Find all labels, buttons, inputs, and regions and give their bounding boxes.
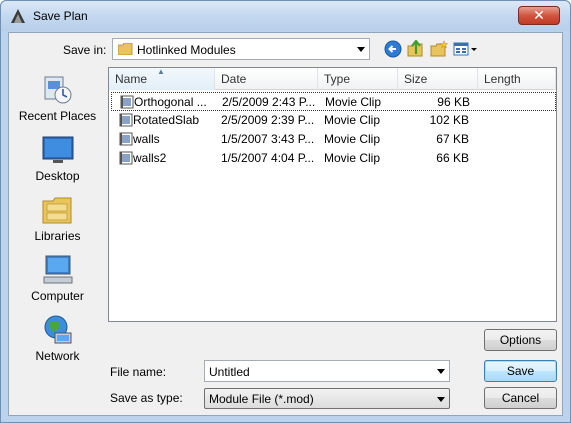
places-label: Libraries: [34, 229, 81, 243]
file-name: walls2: [133, 151, 167, 165]
file-row[interactable]: Orthogonal ... 2/5/2009 2:43 P... Movie …: [111, 92, 556, 111]
file-name: Orthogonal ...: [134, 95, 207, 109]
new-folder-icon[interactable]: [430, 40, 448, 58]
column-header-row: ▲ Name Date Type Size Length: [109, 68, 556, 90]
recent-places-icon: [44, 76, 72, 104]
column-header-size[interactable]: Size: [398, 68, 478, 90]
file-size: 66 KB: [436, 151, 469, 165]
file-size: 96 KB: [437, 95, 470, 109]
file-size: 102 KB: [429, 113, 469, 127]
file-name-label: File name:: [110, 365, 167, 379]
file-name: walls: [133, 132, 160, 146]
column-header-length[interactable]: Length: [478, 68, 556, 90]
places-item-network[interactable]: Network: [9, 311, 106, 371]
save-in-dropdown[interactable]: Hotlinked Modules: [112, 38, 370, 60]
save-button[interactable]: Save: [484, 360, 557, 382]
movie-clip-icon: [119, 113, 133, 127]
file-name-field[interactable]: Untitled: [204, 360, 450, 382]
places-label: Desktop: [35, 169, 80, 183]
places-label: Network: [35, 349, 80, 363]
close-button[interactable]: ✕: [518, 6, 560, 25]
file-name: RotatedSlab: [133, 113, 200, 127]
save-in-label: Save in:: [63, 43, 107, 57]
title-bar[interactable]: Save Plan ✕: [1, 1, 570, 31]
file-date: 2/5/2009 2:39 P...: [221, 113, 315, 127]
network-icon: [44, 315, 72, 344]
file-list[interactable]: ▲ Name Date Type Size Length Orthogonal …: [108, 67, 557, 322]
places-item-computer[interactable]: Computer: [9, 251, 106, 311]
file-date: 2/5/2009 2:43 P...: [222, 95, 316, 109]
file-row[interactable]: walls2 1/5/2007 4:04 P... Movie Clip 66 …: [111, 149, 556, 168]
views-menu-icon[interactable]: [453, 40, 479, 58]
places-item-recent-places[interactable]: Recent Places: [9, 71, 106, 131]
movie-clip-icon: [120, 95, 134, 109]
save-as-type-label: Save as type:: [110, 391, 183, 405]
desktop-icon: [42, 136, 74, 163]
file-type: Movie Clip: [325, 95, 382, 109]
file-type: Movie Clip: [324, 151, 381, 165]
chevron-down-icon[interactable]: [437, 369, 445, 374]
cancel-button[interactable]: Cancel: [484, 387, 557, 409]
file-size: 67 KB: [436, 132, 469, 146]
options-button[interactable]: Options: [484, 329, 557, 351]
folder-icon: [118, 43, 133, 55]
file-type: Movie Clip: [324, 113, 381, 127]
column-header-name[interactable]: ▲ Name: [109, 68, 215, 90]
file-row[interactable]: walls 1/5/2007 3:43 P... Movie Clip 67 K…: [111, 130, 556, 149]
save-as-type-value: Module File (*.mod): [209, 392, 314, 406]
movie-clip-icon: [119, 151, 133, 165]
places-label: Recent Places: [18, 109, 97, 123]
places-item-libraries[interactable]: Libraries: [9, 191, 106, 251]
up-folder-icon[interactable]: [407, 40, 425, 58]
chevron-down-icon[interactable]: [437, 396, 445, 402]
libraries-icon: [42, 197, 72, 224]
file-date: 1/5/2007 3:43 P...: [221, 132, 315, 146]
file-name-value: Untitled: [209, 365, 250, 379]
column-header-date[interactable]: Date: [215, 68, 318, 90]
app-logo-icon: [11, 9, 25, 23]
places-label: Computer: [31, 289, 84, 303]
back-arrow-icon[interactable]: [384, 40, 402, 58]
sort-ascending-icon: ▲: [157, 67, 165, 76]
file-date: 1/5/2007 4:04 P...: [221, 151, 315, 165]
computer-icon: [43, 255, 73, 284]
movie-clip-icon: [119, 132, 133, 146]
chevron-down-icon[interactable]: [357, 47, 365, 52]
save-in-value: Hotlinked Modules: [137, 43, 236, 57]
window-title: Save Plan: [33, 9, 88, 23]
file-type: Movie Clip: [324, 132, 381, 146]
file-row[interactable]: RotatedSlab 2/5/2009 2:39 P... Movie Cli…: [111, 111, 556, 130]
places-item-desktop[interactable]: Desktop: [9, 131, 106, 191]
dialog-body: Save in: Hotlinked Modules Recent Places…: [8, 32, 563, 416]
save-plan-dialog: Save Plan ✕ Save in: Hotlinked Modules R…: [0, 0, 571, 423]
column-header-type[interactable]: Type: [318, 68, 398, 90]
places-bar: Recent Places Desktop Libraries Computer…: [9, 67, 106, 367]
save-as-type-dropdown[interactable]: Module File (*.mod): [204, 388, 450, 409]
